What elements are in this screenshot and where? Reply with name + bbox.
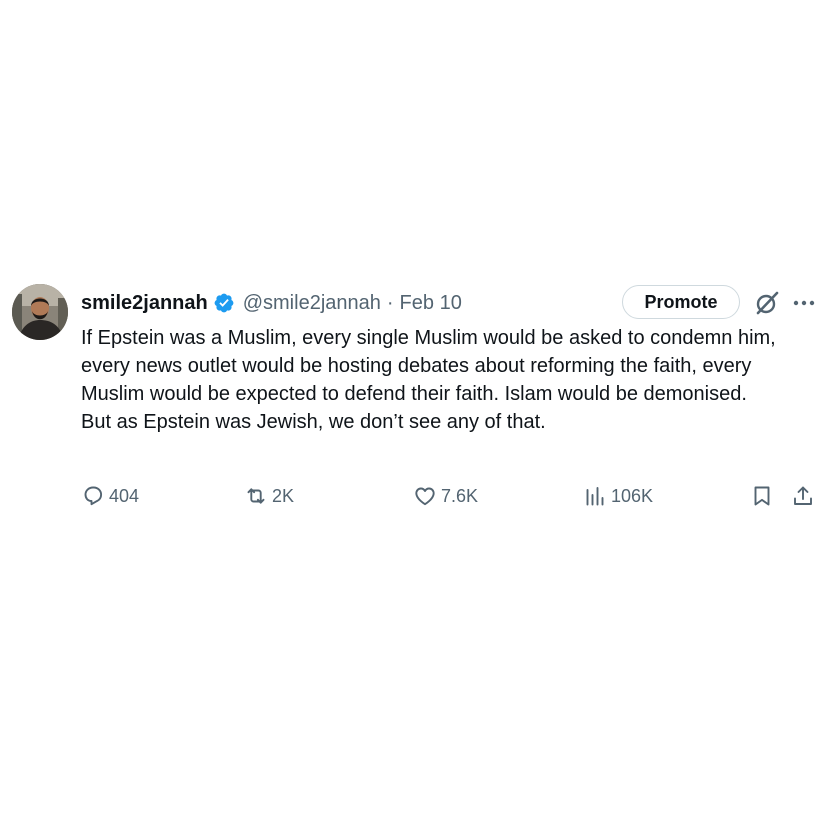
tweet[interactable]: smile2jannah @smile2jannah · Feb 10 Prom…: [12, 284, 818, 524]
share-icon: [794, 486, 812, 505]
avatar[interactable]: [12, 284, 68, 340]
reply-count: 404: [109, 485, 140, 506]
promote-button[interactable]: Promote: [622, 285, 740, 319]
repost-button[interactable]: 2K: [244, 482, 294, 510]
grok-icon[interactable]: [754, 290, 780, 316]
tweet-date[interactable]: Feb 10: [400, 292, 462, 315]
views-count: 106K: [611, 485, 654, 506]
action-bar: 404 2K 7.6K 106K: [81, 482, 821, 510]
separator: ·: [386, 291, 394, 314]
tweet-text-paragraph: But as Epstein was Jewish, we don’t see …: [81, 411, 546, 433]
reply-button[interactable]: 404: [81, 482, 139, 510]
more-icon[interactable]: [791, 292, 817, 314]
tweet-header: smile2jannah @smile2jannah · Feb 10: [81, 288, 462, 318]
tweet-text: If Epstein was a Muslim, every single Mu…: [81, 324, 816, 436]
views-icon: [586, 487, 604, 506]
reply-icon: [84, 486, 103, 506]
author-handle[interactable]: @smile2jannah: [243, 292, 381, 315]
repost-count: 2K: [272, 485, 295, 506]
bookmark-icon: [754, 486, 770, 506]
repost-icon: [247, 488, 265, 504]
avatar-photo: [12, 284, 68, 340]
author-name[interactable]: smile2jannah: [81, 292, 208, 315]
share-button[interactable]: [791, 482, 815, 510]
like-button[interactable]: 7.6K: [413, 482, 478, 510]
tweet-text-paragraph: If Epstein was a Muslim, every single Mu…: [81, 327, 776, 405]
views-button[interactable]: 106K: [583, 482, 653, 510]
heart-icon: [415, 487, 435, 506]
verified-badge-icon[interactable]: [213, 292, 235, 314]
like-count: 7.6K: [441, 485, 479, 506]
bookmark-button[interactable]: [750, 482, 774, 510]
